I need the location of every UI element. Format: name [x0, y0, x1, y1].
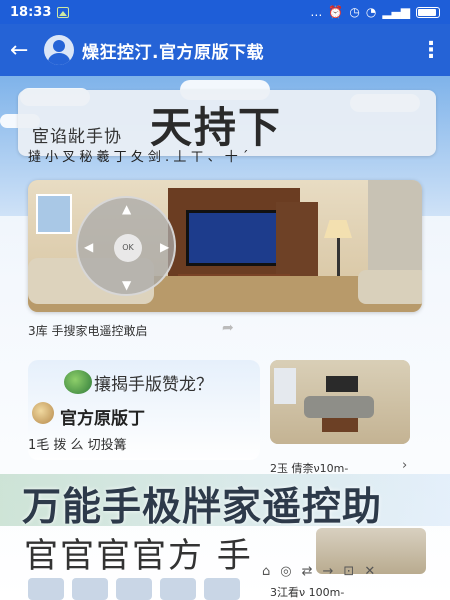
forward-icon[interactable]: → — [323, 564, 344, 579]
app-bar: ← 燥狂控汀.官方原版下载 ⋮ — [0, 24, 450, 76]
status-icons: … ⏰ ◷ ◔ ▂▄▆ — [310, 5, 440, 19]
ok-button-icon: OK — [114, 234, 142, 262]
thumbnail-strip — [28, 578, 268, 600]
banner-small-text: 宦谄龀手协 — [32, 127, 122, 147]
more-options-icon[interactable]: ⋮ — [420, 38, 442, 63]
thumbnail[interactable] — [160, 578, 196, 600]
left-arrow-icon: ◀ — [84, 240, 94, 254]
sofa-right — [358, 270, 422, 304]
avatar[interactable] — [44, 35, 74, 65]
article-content[interactable]: 宦谄龀手协 天持下 撻 小 叉 秘 羲 丁 夂 剑 . 丄 ㄒ 、 十 ˊ ▲ … — [0, 76, 450, 600]
shuffle-icon[interactable]: ⇄ — [302, 564, 323, 579]
back-arrow-icon[interactable]: ← — [10, 38, 42, 63]
settings-icon[interactable]: ◎ — [280, 564, 301, 579]
subtitle-text: 撻 小 叉 秘 羲 丁 夂 剑 . 丄 ㄒ 、 十 ˊ — [28, 150, 249, 165]
home-icon[interactable]: ⌂ — [262, 564, 280, 579]
card2-title: 攘揭手版赞龙？ — [94, 375, 213, 395]
clock-icon: ◷ — [349, 5, 360, 19]
sofa — [304, 396, 374, 418]
thumbnail-living-room[interactable] — [270, 360, 410, 444]
share-icon[interactable]: ➦ — [222, 320, 234, 336]
battery-icon — [416, 6, 440, 18]
status-bar: 18:33 … ⏰ ◷ ◔ ▂▄▆ — [0, 0, 450, 24]
close-icon[interactable]: ✕ — [364, 564, 385, 579]
page-title: 燥狂控汀.官方原版下载 — [82, 42, 264, 63]
thumbnail[interactable] — [204, 578, 240, 600]
official-row-text: 官官官官方 手 — [24, 536, 253, 576]
cast-icon[interactable]: ⊡ — [343, 564, 364, 579]
lamp-post — [337, 238, 340, 278]
bookshelf — [276, 202, 318, 276]
window — [274, 368, 296, 404]
toolbar-icons: ⌂◎⇄→⊡✕ — [262, 564, 385, 579]
status-time: 18:33 — [10, 4, 52, 20]
slogan-text: 万能手极牉家遥控助 — [22, 485, 383, 530]
card1-caption: 3库 手搜家电遥控敢启 — [28, 324, 148, 338]
curtain — [368, 180, 422, 280]
bottom-meta: 3江看ν 100m- — [270, 586, 345, 599]
down-arrow-icon: ▼ — [122, 278, 132, 292]
television — [186, 210, 282, 266]
chevron-right-icon[interactable]: › — [402, 458, 407, 473]
alarm-icon: ⏰ — [328, 5, 344, 19]
gallery-notification-icon — [57, 6, 70, 18]
signal-icon: ▂▄▆ — [382, 5, 410, 19]
wifi-icon: ◔ — [365, 5, 377, 19]
globe-icon — [64, 370, 92, 394]
coffee-table — [322, 418, 358, 432]
card2-subtitle: 官方原版丁 — [60, 409, 145, 429]
window — [36, 194, 72, 234]
badge-icon — [32, 402, 54, 424]
television — [326, 376, 358, 392]
feature-image-living-room[interactable]: ▲ ▼ ◀ ▶ OK — [28, 180, 422, 312]
right-arrow-icon: ▶ — [160, 240, 170, 254]
more-dots-icon: … — [310, 5, 323, 19]
thumbnail[interactable] — [116, 578, 152, 600]
remote-dpad-icon: ▲ ▼ ◀ ▶ OK — [76, 196, 176, 296]
up-arrow-icon: ▲ — [122, 202, 132, 216]
card2-meta: 1毛 拨 么 切投篝 — [28, 438, 127, 453]
thumbnail[interactable] — [72, 578, 108, 600]
thumbnail[interactable] — [28, 578, 64, 600]
